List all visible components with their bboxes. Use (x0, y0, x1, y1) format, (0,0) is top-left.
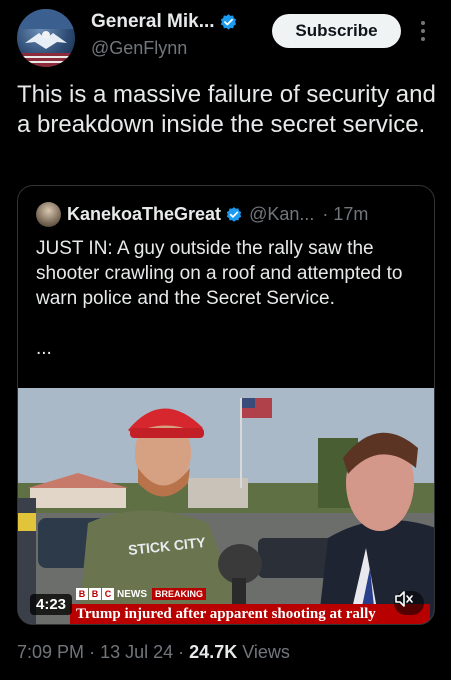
views-count: 24.7K (189, 642, 238, 662)
quote-text: JUST IN: A guy outside the rally saw the… (36, 238, 403, 309)
subscribe-button[interactable]: Subscribe (272, 14, 401, 48)
news-headline: Trump injured after apparent shooting at… (70, 604, 430, 624)
quote-timestamp[interactable]: · 17m (322, 204, 368, 225)
meta-separator: · (89, 642, 96, 662)
meta-separator: · (178, 642, 185, 662)
post-date[interactable]: 13 Jul 24 (100, 642, 173, 662)
bbc-logo-letter: B (89, 588, 101, 600)
quoted-tweet[interactable]: KanekoaTheGreat @Kan... · 17m JUST IN: A… (17, 185, 435, 625)
eagle-flag-avatar-image (17, 9, 75, 67)
verified-badge-icon (226, 206, 242, 222)
bbc-logo-letter: C (102, 588, 114, 600)
post-time[interactable]: 7:09 PM (17, 642, 84, 662)
breaking-badge: BREAKING (152, 588, 207, 600)
muted-speaker-icon (395, 591, 413, 607)
quote-author-handle[interactable]: @Kan... (249, 204, 314, 225)
quote-ellipsis: ... (36, 338, 52, 359)
news-network-label: NEWS (117, 588, 147, 600)
author-handle[interactable]: @GenFlynn (91, 38, 187, 59)
tweet-meta: 7:09 PM · 13 Jul 24 · 24.7K Views (17, 642, 290, 663)
tweet-text: This is a massive failure of security an… (17, 81, 436, 138)
quote-author-name[interactable]: KanekoaTheGreat (67, 204, 221, 225)
video-duration: 4:23 (30, 594, 73, 615)
mute-button[interactable] (394, 591, 424, 615)
author-name[interactable]: General Mik... (91, 11, 215, 33)
bbc-logo-letter: B (76, 588, 88, 600)
quote-author-avatar[interactable] (36, 202, 61, 227)
more-options-icon[interactable] (415, 18, 431, 44)
video-player[interactable]: STICK CITY B B C NEWS BREAKING Trump inj… (18, 388, 434, 624)
views-label: Views (242, 642, 290, 662)
tweet-header: General Mik... @GenFlynn Subscribe (0, 0, 451, 72)
author-avatar[interactable] (17, 9, 75, 67)
verified-badge-icon (220, 13, 236, 30)
